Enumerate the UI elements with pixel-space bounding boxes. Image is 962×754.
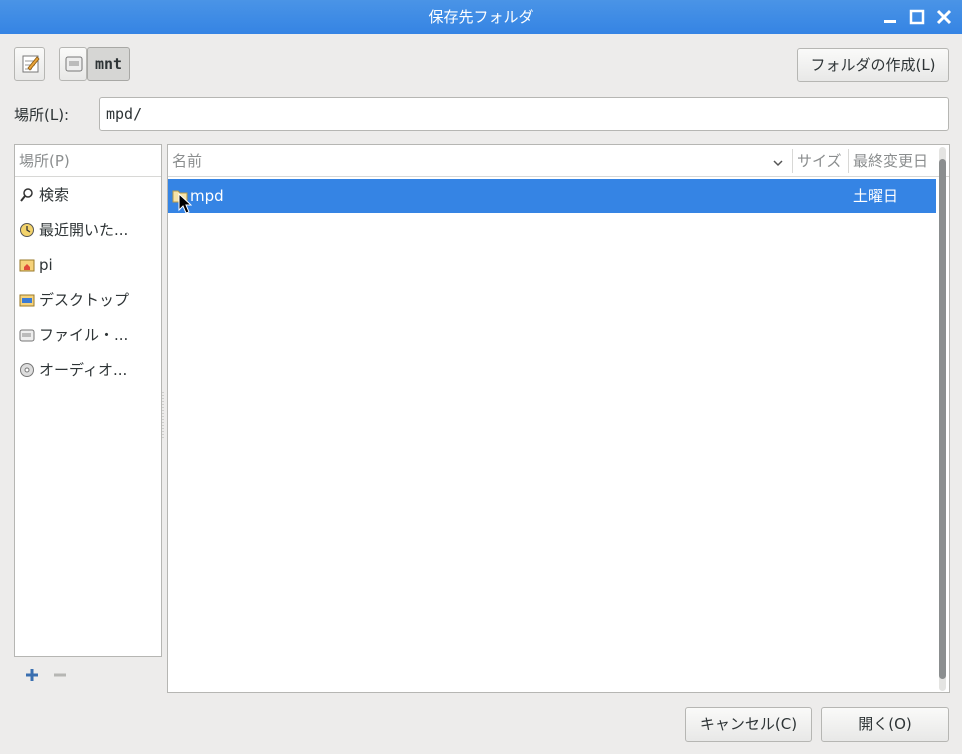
places-sidebar: 場所(P) 検索 最近開いた... pi デスクトップ ファイル・... オーデ…: [14, 144, 162, 657]
open-button[interactable]: 開く(O): [821, 707, 949, 742]
column-header: 名前 サイズ 最終変更日: [168, 145, 949, 177]
sidebar-item-search[interactable]: 検索: [15, 177, 161, 212]
file-modified: 土曜日: [853, 187, 899, 205]
search-icon: [19, 187, 35, 203]
column-modified[interactable]: 最終変更日: [849, 145, 939, 177]
pane-resize-handle[interactable]: [162, 392, 165, 440]
maximize-icon[interactable]: [908, 8, 926, 26]
edit-icon: [22, 55, 40, 73]
sidebar-item-label: ファイル・...: [39, 326, 129, 344]
sidebar-item-recent[interactable]: 最近開いた...: [15, 212, 161, 247]
file-name: mpd: [190, 187, 224, 205]
path-mnt-button[interactable]: mnt: [87, 47, 130, 81]
title-bar: 保存先フォルダ: [0, 0, 962, 34]
close-icon[interactable]: [935, 8, 953, 26]
location-input[interactable]: mpd/: [99, 97, 949, 131]
home-folder-icon: [19, 257, 35, 273]
sidebar-item-label: オーディオ...: [39, 361, 128, 379]
window-title: 保存先フォルダ: [428, 8, 534, 26]
desktop-icon: [19, 292, 35, 308]
sidebar-item-filesystem[interactable]: ファイル・...: [15, 317, 161, 352]
mouse-cursor-icon: [178, 192, 193, 219]
sidebar-item-label: pi: [39, 255, 53, 274]
sidebar-item-home[interactable]: pi: [15, 247, 161, 282]
drive-icon: [19, 327, 35, 343]
drive-icon: [65, 56, 83, 72]
edit-location-button[interactable]: [14, 47, 45, 81]
table-row[interactable]: mpd 土曜日: [168, 179, 936, 213]
chevron-down-icon: [772, 155, 784, 167]
file-list: 名前 サイズ 最終変更日 mpd 土曜日: [167, 144, 950, 693]
sidebar-item-label: 最近開いた...: [39, 221, 129, 239]
location-label: 場所(L):: [14, 106, 70, 124]
recent-icon: [19, 222, 35, 238]
sidebar-item-label: 検索: [39, 186, 70, 204]
vertical-scrollbar[interactable]: [937, 147, 948, 691]
remove-bookmark-icon[interactable]: [52, 667, 68, 683]
sidebar-item-desktop[interactable]: デスクトップ: [15, 282, 161, 317]
add-bookmark-icon[interactable]: [24, 667, 40, 683]
column-size[interactable]: サイズ: [793, 145, 848, 177]
scrollbar-thumb[interactable]: [939, 159, 946, 679]
cancel-button[interactable]: キャンセル(C): [685, 707, 812, 742]
sidebar-item-label: デスクトップ: [39, 291, 130, 309]
column-name[interactable]: 名前: [168, 145, 768, 177]
minimize-icon[interactable]: [882, 8, 900, 26]
places-header: 場所(P): [15, 145, 161, 177]
cd-icon: [19, 362, 35, 378]
create-folder-button[interactable]: フォルダの作成(L): [797, 48, 949, 82]
sidebar-item-audio[interactable]: オーディオ...: [15, 352, 161, 387]
path-root-button[interactable]: [59, 47, 87, 81]
